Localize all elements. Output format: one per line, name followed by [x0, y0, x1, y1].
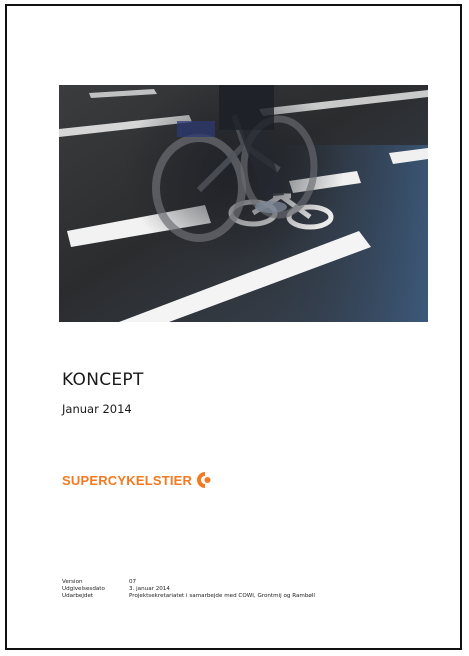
meta-row-prepared-by: Udarbejdet Projektsekretariatet i samarb…: [62, 593, 315, 600]
document-metadata: Version 07 Udgivelsesdato 3. januar 2014…: [62, 579, 315, 600]
meta-value: 07: [129, 579, 137, 585]
document-date: Januar 2014: [62, 402, 132, 416]
supercykelstier-logo-icon: [197, 472, 211, 488]
meta-value: Projektsekretariatet i samarbejde med CO…: [129, 593, 315, 599]
logo-text: SUPERCYKELSTIER: [62, 472, 193, 488]
document-title: KONCEPT: [62, 370, 144, 390]
cover-photo: [59, 85, 428, 322]
meta-value: 3. januar 2014: [129, 586, 170, 592]
meta-row-version: Version 07: [62, 579, 315, 586]
meta-key: Udarbejdet: [62, 593, 94, 599]
supercykelstier-logo: SUPERCYKELSTIER: [62, 471, 214, 489]
meta-key: Version: [62, 579, 83, 585]
document-page: KONCEPT Januar 2014 SUPERCYKELSTIER Vers…: [5, 4, 462, 650]
meta-row-publication-date: Udgivelsesdato 3. januar 2014: [62, 586, 315, 593]
meta-key: Udgivelsesdato: [62, 586, 105, 592]
